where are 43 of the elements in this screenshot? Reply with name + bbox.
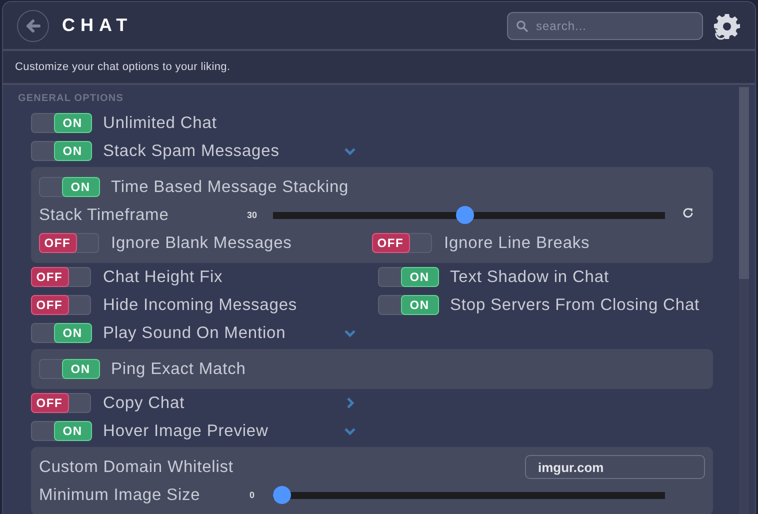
option-label: Ignore Line Breaks: [444, 234, 590, 252]
reset-icon[interactable]: [682, 207, 694, 219]
toggle-switch[interactable]: ON: [31, 113, 91, 133]
toggle-switch[interactable]: OFF: [31, 295, 91, 315]
search-field[interactable]: search...: [507, 12, 703, 40]
option-label: Time Based Message Stacking: [111, 178, 347, 196]
arrow-left-icon: [24, 16, 42, 34]
scrollbar[interactable]: [739, 87, 749, 514]
toggle-switch[interactable]: OFF: [39, 233, 99, 253]
toggle-switch[interactable]: ON: [31, 421, 91, 441]
option-label: Stop Servers From Closing Chat: [450, 296, 700, 314]
option-label: Ping Exact Match: [111, 360, 247, 378]
slider-value: 30: [246, 210, 258, 220]
slider-thumb[interactable]: [456, 206, 474, 224]
subtitle: Customize your chat options to your liking.: [15, 61, 230, 73]
option-label: Hide Incoming Messages: [103, 296, 298, 314]
toggle-switch[interactable]: ON: [378, 267, 438, 287]
page-title: CHAT: [62, 15, 134, 36]
toggle-switch[interactable]: OFF: [31, 267, 91, 287]
toggle-switch[interactable]: ON: [378, 295, 438, 315]
toggle-switch[interactable]: OFF: [372, 233, 432, 253]
toggle-switch[interactable]: ON: [31, 323, 91, 343]
option-label: Stack Timeframe: [39, 206, 170, 224]
slider-value: 0: [248, 490, 256, 500]
option-label: Play Sound On Mention: [103, 324, 287, 342]
input-field[interactable]: imgur.com: [525, 455, 705, 479]
toggle-switch[interactable]: ON: [39, 359, 99, 379]
slider-thumb[interactable]: [273, 486, 291, 504]
option-label: Ignore Blank Messages: [111, 234, 292, 252]
option-label: Hover Image Preview: [103, 422, 270, 440]
option-label: Custom Domain Whitelist: [39, 458, 234, 476]
option-label: Text Shadow in Chat: [450, 268, 609, 286]
option-label: Copy Chat: [103, 394, 186, 412]
toggle-switch[interactable]: ON: [39, 177, 99, 197]
option-label: Minimum Image Size: [39, 486, 202, 504]
gear-icon[interactable]: [713, 12, 741, 40]
section-title: GENERAL OPTIONS: [17, 93, 124, 106]
option-label: Chat Height Fix: [103, 268, 223, 286]
toggle-switch[interactable]: OFF: [31, 393, 91, 413]
option-label: Unlimited Chat: [103, 114, 218, 132]
toggle-switch[interactable]: ON: [31, 141, 91, 161]
back-button[interactable]: [17, 10, 49, 42]
option-label: Stack Spam Messages: [103, 142, 280, 160]
